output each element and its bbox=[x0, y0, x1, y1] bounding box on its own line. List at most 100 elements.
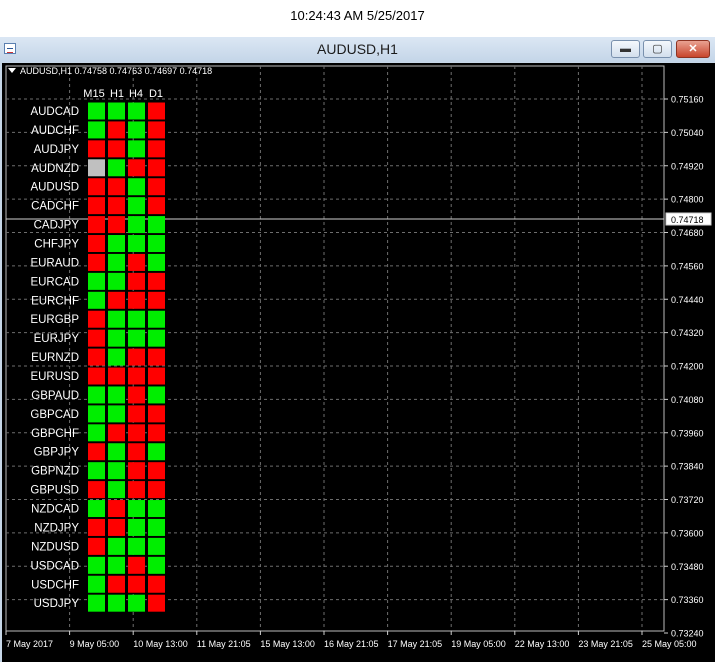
chart-area[interactable]: 0.75160 0.75040 0.74920 0.74800 0.74680 0.745… bbox=[2, 63, 715, 662]
signal-cell bbox=[88, 348, 105, 366]
signal-cell bbox=[148, 481, 165, 499]
pair-label: CADJPY bbox=[34, 220, 80, 232]
signal-cell bbox=[88, 537, 105, 555]
signal-cell bbox=[148, 424, 165, 442]
signal-cell bbox=[148, 575, 165, 593]
minimize-icon: ▬ bbox=[620, 43, 631, 55]
close-icon: ✕ bbox=[688, 43, 698, 55]
signal-cell bbox=[148, 291, 165, 309]
signal-cell bbox=[88, 159, 105, 177]
price-tick-label: 0.73600 bbox=[671, 528, 704, 538]
time-tick-label: 15 May 13:00 bbox=[260, 639, 315, 649]
signal-cell bbox=[128, 424, 145, 442]
price-tick-label: 0.73480 bbox=[671, 562, 704, 572]
window-titlebar[interactable]: AUDUSD,H1 ▬ ▢ ✕ bbox=[0, 37, 715, 62]
pair-label: AUDNZD bbox=[31, 163, 79, 175]
signal-cell bbox=[148, 518, 165, 536]
price-tick-label: 0.74680 bbox=[671, 228, 704, 238]
pair-label: NZDCAD bbox=[31, 504, 79, 516]
signal-cell bbox=[128, 329, 145, 347]
signal-cell bbox=[108, 178, 125, 196]
pair-label: EURGBP bbox=[30, 314, 79, 326]
signal-cell bbox=[128, 159, 145, 177]
signal-cell bbox=[88, 197, 105, 215]
signal-cell bbox=[88, 310, 105, 328]
signal-cell bbox=[128, 556, 145, 574]
signal-cell bbox=[88, 253, 105, 271]
pair-label: AUDCHF bbox=[31, 125, 79, 137]
pair-label: EURCHF bbox=[31, 295, 79, 307]
signal-cell bbox=[108, 216, 125, 234]
signal-cell bbox=[148, 367, 165, 385]
signal-cell bbox=[128, 216, 145, 234]
signal-cell bbox=[88, 556, 105, 574]
signal-cell bbox=[128, 235, 145, 253]
dropdown-triangle-icon[interactable] bbox=[8, 68, 16, 73]
price-tick-label: 0.73840 bbox=[671, 462, 704, 472]
signal-cell bbox=[128, 310, 145, 328]
pair-label: EURUSD bbox=[30, 371, 79, 383]
close-button[interactable]: ✕ bbox=[676, 40, 710, 58]
minimize-button[interactable]: ▬ bbox=[611, 40, 640, 58]
pair-label: CHFJPY bbox=[34, 239, 79, 251]
signal-cell bbox=[148, 310, 165, 328]
signal-cell bbox=[88, 216, 105, 234]
symbol-info-bar[interactable]: AUDUSD,H1 0.74758 0.74763 0.74697 0.7471… bbox=[8, 66, 212, 76]
signal-cell bbox=[108, 443, 125, 461]
signal-cell bbox=[148, 121, 165, 139]
chart-canvas[interactable]: 0.75160 0.75040 0.74920 0.74800 0.74680 0.745… bbox=[2, 63, 715, 662]
price-tick-label: 0.74920 bbox=[671, 161, 704, 171]
signal-cell bbox=[148, 405, 165, 423]
signal-cell bbox=[108, 481, 125, 499]
pair-label: USDCHF bbox=[31, 579, 79, 591]
signal-cell bbox=[148, 197, 165, 215]
signal-cell bbox=[108, 121, 125, 139]
pair-label: EURCAD bbox=[30, 276, 79, 288]
time-tick-label: 17 May 21:05 bbox=[388, 639, 443, 649]
signal-cell bbox=[88, 291, 105, 309]
signal-cell bbox=[128, 197, 145, 215]
pair-label: GBPUSD bbox=[30, 485, 79, 497]
price-tick-label: 0.75160 bbox=[671, 95, 704, 105]
price-marker-label: 0.74718 bbox=[671, 215, 704, 225]
signal-cell bbox=[128, 462, 145, 480]
signal-cell bbox=[128, 405, 145, 423]
signal-cell bbox=[128, 500, 145, 518]
pair-label: AUDJPY bbox=[34, 144, 80, 156]
signal-cell bbox=[128, 367, 145, 385]
price-tick-label: 0.73720 bbox=[671, 495, 704, 505]
signal-cell bbox=[88, 481, 105, 499]
signal-cell bbox=[128, 121, 145, 139]
signal-cell bbox=[128, 443, 145, 461]
signal-cell bbox=[148, 253, 165, 271]
signal-cell bbox=[108, 462, 125, 480]
signal-cell bbox=[88, 405, 105, 423]
pair-label: USDCAD bbox=[30, 560, 79, 572]
signal-cell bbox=[88, 500, 105, 518]
pair-label: USDJPY bbox=[34, 598, 80, 610]
timeframe-header: M15 bbox=[83, 88, 104, 100]
signal-cell bbox=[148, 178, 165, 196]
signal-cell bbox=[128, 348, 145, 366]
signal-cell bbox=[128, 481, 145, 499]
signal-cell bbox=[108, 556, 125, 574]
pair-label: NZDJPY bbox=[34, 522, 79, 534]
time-tick-label: 22 May 13:00 bbox=[515, 639, 570, 649]
signal-cell bbox=[148, 537, 165, 555]
price-tick-label: 0.73360 bbox=[671, 595, 704, 605]
signal-cell bbox=[108, 424, 125, 442]
pair-label: EURJPY bbox=[34, 333, 80, 345]
signal-cell bbox=[88, 102, 105, 120]
maximize-button[interactable]: ▢ bbox=[643, 40, 672, 58]
signal-cell bbox=[108, 386, 125, 404]
signal-cell bbox=[88, 121, 105, 139]
pair-label: GBPCHF bbox=[31, 428, 79, 440]
signal-cell bbox=[128, 518, 145, 536]
signal-cell bbox=[148, 462, 165, 480]
price-tick-label: 0.74200 bbox=[671, 362, 704, 372]
signal-cell bbox=[88, 443, 105, 461]
signal-cell bbox=[128, 575, 145, 593]
signal-cell bbox=[88, 367, 105, 385]
signal-cell bbox=[148, 594, 165, 612]
signal-cell bbox=[148, 556, 165, 574]
